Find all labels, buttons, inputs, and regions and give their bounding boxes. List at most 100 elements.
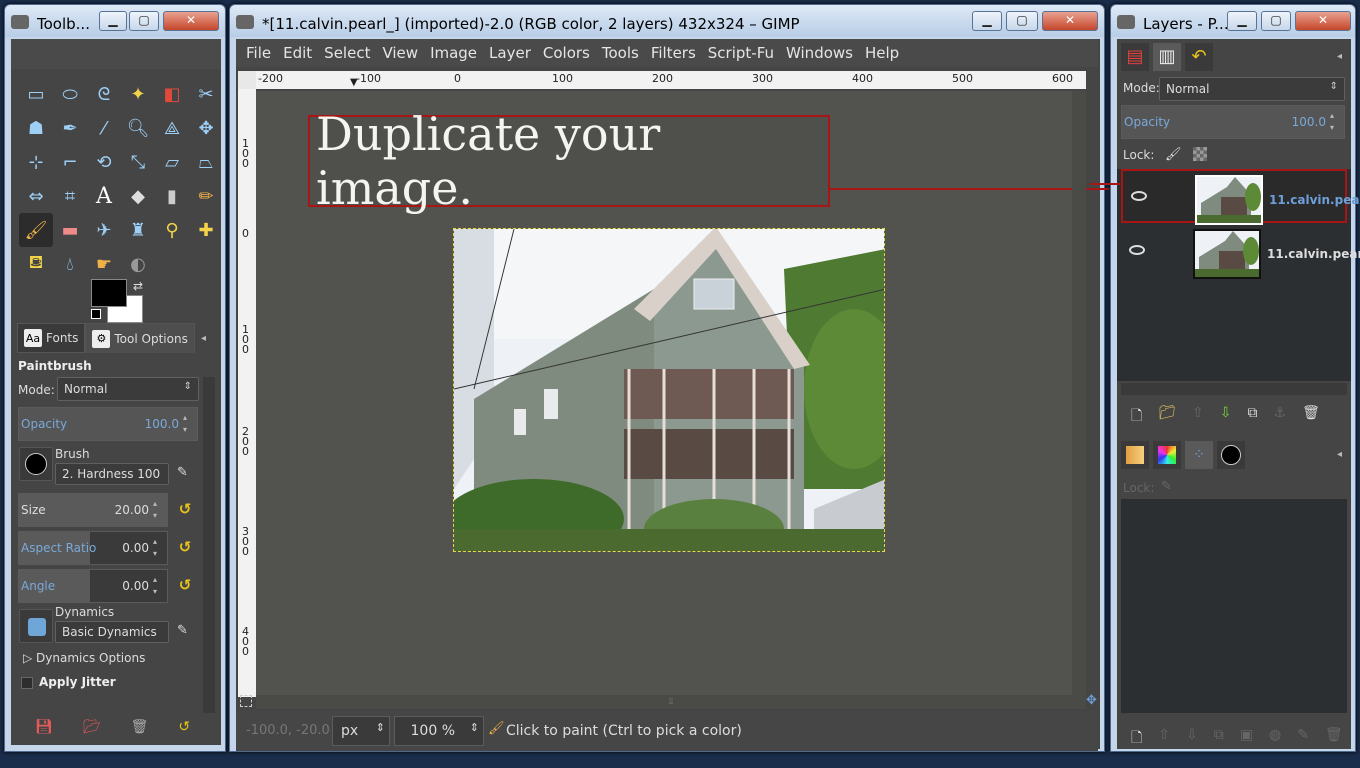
menu-tools[interactable]: Tools — [596, 44, 645, 62]
smudge-icon[interactable]: ☛ — [87, 247, 121, 281]
toolbox-titlebar[interactable]: Toolb... ▁ ▢ ✕ — [5, 5, 225, 37]
layers-h-scrollbar[interactable] — [1121, 383, 1347, 395]
measure-icon[interactable]: ⟁ — [155, 111, 189, 145]
gradients-tab-icon[interactable] — [1121, 441, 1149, 469]
layer-opacity-spin[interactable]: Opacity 100.0 ▴ ▾ — [1121, 105, 1345, 139]
delete-layer-icon[interactable]: 🗑︎ — [1302, 405, 1320, 429]
free-select-icon[interactable]: ᘓ — [87, 77, 121, 111]
spin-arrows-icon[interactable]: ▴ ▾ — [1330, 110, 1342, 134]
duplicate-layer-icon[interactable]: ⧉ — [1248, 405, 1258, 429]
angle-spin[interactable]: Angle 0.00 ▴ ▾ — [18, 569, 168, 603]
delete-channel-icon[interactable]: 🗑︎ — [1325, 727, 1343, 751]
canvas[interactable]: Duplicate your image. — [256, 91, 1120, 697]
pencil-icon[interactable]: ✏ — [189, 179, 223, 213]
toolbox-scrollbar[interactable] — [203, 377, 215, 713]
menu-view[interactable]: View — [376, 44, 424, 62]
tab-fonts[interactable]: Aa Fonts — [17, 323, 86, 353]
tab-tool-options[interactable]: ⚙ Tool Options — [85, 323, 195, 353]
reset-size-icon[interactable]: ↺ — [175, 499, 195, 519]
text-icon[interactable]: A — [87, 179, 121, 213]
menu-help[interactable]: Help — [859, 44, 905, 62]
visibility-eye-icon[interactable] — [1131, 191, 1147, 201]
rect-select-icon[interactable]: ▭ — [19, 77, 53, 111]
blend-icon[interactable]: ▮ — [155, 179, 189, 213]
spin-arrows-icon[interactable]: ▴ ▾ — [183, 412, 195, 436]
brush-preview[interactable] — [19, 447, 53, 481]
spin-arrows-icon[interactable]: ▴ ▾ — [153, 498, 165, 522]
maximize-button[interactable]: ▢ — [1006, 11, 1038, 31]
default-colors-icon[interactable] — [91, 309, 101, 319]
dynamics-options-expander[interactable]: ▷ Dynamics Options — [23, 651, 145, 665]
quick-mask-icon[interactable] — [240, 695, 252, 707]
align-icon[interactable]: ⊹ — [19, 145, 53, 179]
reset-options-icon[interactable]: ↺ — [178, 719, 190, 735]
palettes-tab-icon[interactable] — [1153, 441, 1181, 469]
opacity-spin[interactable]: Opacity 100.0 ▴ ▾ — [18, 407, 198, 441]
color-select-icon[interactable]: ◧ — [155, 77, 189, 111]
maximize-button[interactable]: ▢ — [129, 11, 159, 31]
dodge-icon[interactable]: ◐ — [121, 247, 155, 281]
close-button[interactable]: ✕ — [163, 11, 219, 31]
lower-channel-icon[interactable]: ⇩ — [1186, 727, 1198, 751]
edit-dynamics-icon[interactable]: ✎ — [177, 623, 188, 638]
heal-icon[interactable]: ✚ — [189, 213, 223, 247]
minimize-button[interactable]: ▁ — [1227, 11, 1257, 31]
menu-windows[interactable]: Windows — [780, 44, 859, 62]
layer-name[interactable]: 11.calvin.pearl — [1269, 193, 1360, 207]
shear-icon[interactable]: ▱ — [155, 145, 189, 179]
horizontal-scrollbar[interactable]: ⦙⦙ — [256, 695, 1086, 709]
menu-script-fu[interactable]: Script-Fu — [702, 44, 780, 62]
blur-icon[interactable]: 💧︎ — [53, 247, 87, 281]
menu-layer[interactable]: Layer — [483, 44, 537, 62]
restore-options-icon[interactable]: 📂︎ — [83, 719, 101, 735]
channel-to-selection-icon[interactable]: ▣ — [1240, 727, 1253, 751]
ink-icon[interactable]: ♜ — [121, 213, 155, 247]
airbrush-icon[interactable]: ✈ — [87, 213, 121, 247]
unit-select[interactable]: px ⇕ — [332, 716, 390, 746]
panel-menu-icon[interactable]: ◂ — [201, 333, 206, 344]
menu-edit[interactable]: Edit — [277, 44, 318, 62]
menu-select[interactable]: Select — [318, 44, 376, 62]
minimize-button[interactable]: ▁ — [99, 11, 127, 31]
paintbrush-icon[interactable]: 🖌︎ — [19, 213, 53, 247]
rotate-icon[interactable]: ⟲ — [87, 145, 121, 179]
mode-select[interactable]: Normal ⇕ — [57, 377, 199, 401]
brush-field[interactable]: 2. Hardness 100 — [55, 463, 169, 485]
fuzzy-select-icon[interactable]: ✦ — [121, 77, 155, 111]
image-layer[interactable] — [453, 228, 885, 552]
duplicate-channel-icon[interactable]: ⧉ — [1214, 727, 1224, 751]
raise-channel-icon[interactable]: ⇧ — [1158, 727, 1170, 751]
perspective-clone-icon[interactable]: ⛾ — [19, 247, 53, 281]
layer-name[interactable]: 11.calvin.pearl — [1267, 247, 1360, 261]
layer-row-selected[interactable]: 11.calvin.pearl — [1121, 169, 1360, 225]
foreground-select-icon[interactable]: ☗ — [19, 111, 53, 145]
minimize-button[interactable]: ▁ — [972, 11, 1002, 31]
edit-brush-icon[interactable]: ✎ — [177, 465, 188, 480]
lower-layer-icon[interactable]: ⇩ — [1220, 405, 1232, 429]
menu-filters[interactable]: Filters — [645, 44, 702, 62]
size-spin[interactable]: Size 20.00 ▴ ▾ — [18, 493, 168, 527]
brushes-tab-icon[interactable] — [1217, 441, 1245, 469]
move-icon[interactable]: ✥ — [189, 111, 223, 145]
aspect-ratio-spin[interactable]: Aspect Ratio 0.00 ▴ ▾ — [18, 531, 168, 565]
close-button[interactable]: ✕ — [1295, 11, 1351, 31]
undo-history-tab-icon[interactable]: ↶ — [1185, 43, 1213, 71]
scale-icon[interactable]: ⤡ — [121, 145, 155, 179]
new-channel-icon[interactable]: 🗋 — [1131, 727, 1142, 751]
layers-tab-icon[interactable]: ▤ — [1121, 43, 1149, 71]
maximize-button[interactable]: ▢ — [1261, 11, 1291, 31]
perspective-icon[interactable]: ⏢ — [189, 145, 223, 179]
clone-icon[interactable]: ⚲ — [155, 213, 189, 247]
swap-colors-icon[interactable]: ⇄ — [133, 279, 143, 293]
mask-icon[interactable]: ◍ — [1269, 727, 1281, 751]
save-options-icon[interactable]: 💾︎ — [35, 719, 53, 735]
layer-mode-select[interactable]: Normal ⇕ — [1159, 77, 1345, 101]
ruler-corner[interactable] — [238, 71, 256, 89]
zoom-icon[interactable]: 🔍︎ — [121, 111, 155, 145]
crop-icon[interactable]: ⌐ — [53, 145, 87, 179]
image-titlebar[interactable]: *[11.calvin.pearl_] (imported)-2.0 (RGB … — [230, 5, 1104, 37]
delete-options-icon[interactable]: 🗑︎ — [131, 719, 149, 735]
vertical-scrollbar[interactable] — [1072, 91, 1086, 697]
dynamics-field[interactable]: Basic Dynamics — [55, 621, 169, 643]
menu-colors[interactable]: Colors — [537, 44, 596, 62]
